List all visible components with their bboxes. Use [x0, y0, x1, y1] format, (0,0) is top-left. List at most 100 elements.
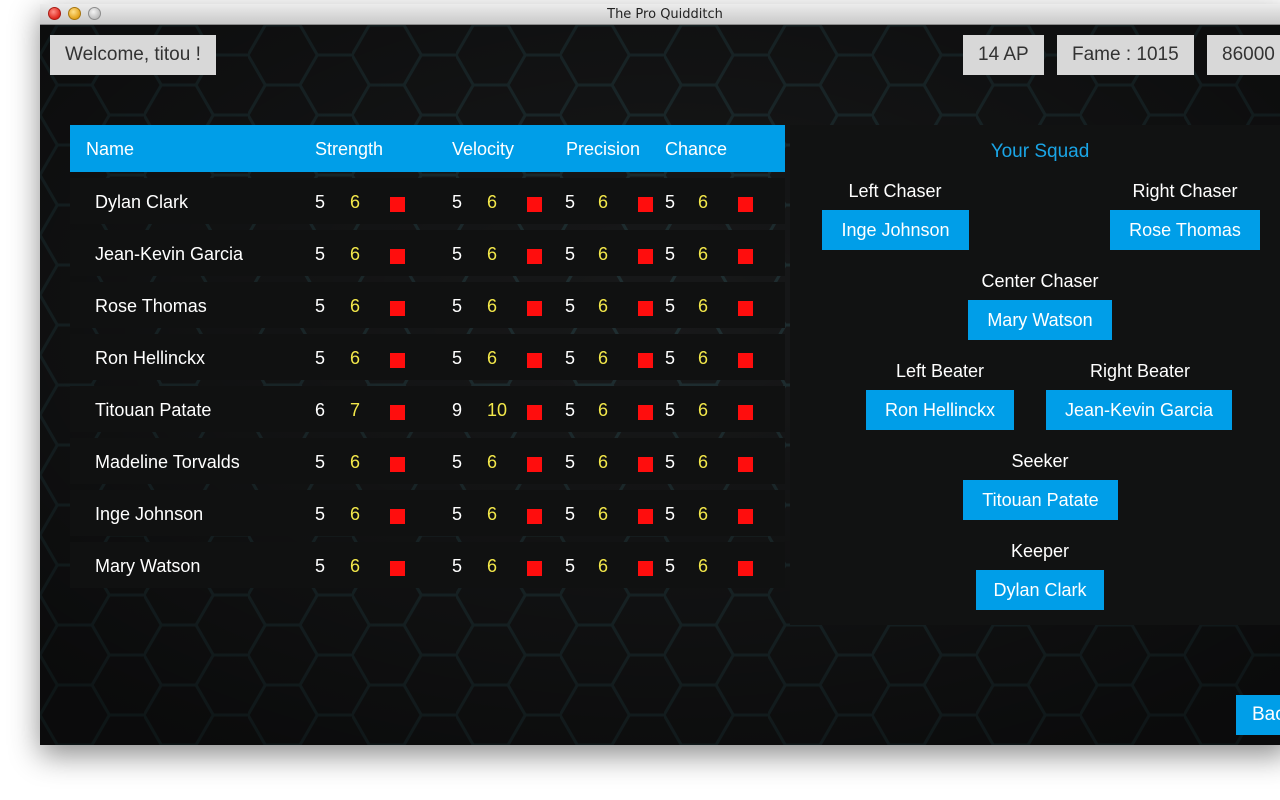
chance-upgrade-button[interactable] — [738, 405, 753, 420]
precision-upgrade-button[interactable] — [638, 353, 653, 368]
player-name: Inge Johnson — [95, 504, 204, 524]
money-badge: 86000 — [1207, 35, 1280, 75]
precision-next-value: 6 — [598, 296, 609, 316]
velocity-value: 5 — [452, 296, 463, 316]
chance-value: 5 — [665, 348, 676, 368]
table-body: Dylan Clark 5 6 5 6 5 6 5 6 Jean-Kevin Garcia 5 6 5 6… — [70, 178, 785, 588]
precision-upgrade-button[interactable] — [638, 249, 653, 264]
squad-panel: Your Squad Left Chaser Inge Johnson Righ… — [790, 125, 1280, 625]
chance-upgrade-button[interactable] — [738, 249, 753, 264]
strength-upgrade-button[interactable] — [390, 197, 405, 212]
player-name: Madeline Torvalds — [95, 452, 240, 472]
precision-value: 5 — [565, 400, 576, 420]
precision-value: 5 — [565, 556, 576, 576]
table-header: Name Strength Velocity Precision Chance — [70, 125, 785, 172]
left-beater-button[interactable]: Ron Hellinckx — [866, 390, 1014, 430]
squad-title: Your Squad — [990, 141, 1090, 162]
velocity-upgrade-button[interactable] — [527, 457, 542, 472]
precision-value: 5 — [565, 296, 576, 316]
strength-next-value: 6 — [350, 348, 361, 368]
table-row: Dylan Clark 5 6 5 6 5 6 5 6 — [70, 178, 785, 224]
action-points-badge: 14 AP — [963, 35, 1044, 75]
precision-value: 5 — [565, 504, 576, 524]
velocity-upgrade-button[interactable] — [527, 353, 542, 368]
precision-value: 5 — [565, 192, 576, 212]
precision-upgrade-button[interactable] — [638, 457, 653, 472]
right-beater-button[interactable]: Jean-Kevin Garcia — [1046, 390, 1232, 430]
column-header-velocity: Velocity — [452, 139, 515, 159]
velocity-next-value: 6 — [487, 348, 498, 368]
player-name: Titouan Patate — [95, 400, 212, 420]
strength-next-value: 6 — [350, 296, 361, 316]
strength-upgrade-button[interactable] — [390, 457, 405, 472]
column-header-precision: Precision — [566, 139, 641, 159]
column-header-name: Name — [86, 139, 135, 159]
title-bar: The Pro Quidditch — [40, 4, 1280, 25]
precision-next-value: 6 — [598, 192, 609, 212]
app-window: The Pro Quidditch Welcome, titou ! 14 AP… — [40, 4, 1280, 745]
chance-value: 5 — [665, 452, 676, 472]
chance-upgrade-button[interactable] — [738, 353, 753, 368]
velocity-next-value: 6 — [487, 296, 498, 316]
chance-next-value: 6 — [698, 244, 709, 264]
precision-upgrade-button[interactable] — [638, 509, 653, 524]
chance-upgrade-button[interactable] — [738, 197, 753, 212]
velocity-upgrade-button[interactable] — [527, 561, 542, 576]
chance-next-value: 6 — [698, 400, 709, 420]
precision-value: 5 — [565, 348, 576, 368]
table-row: Inge Johnson 5 6 5 6 5 6 5 6 — [70, 490, 785, 536]
center-chaser-button[interactable]: Mary Watson — [968, 300, 1112, 340]
seeker-button[interactable]: Titouan Patate — [963, 480, 1118, 520]
chance-next-value: 6 — [698, 348, 709, 368]
column-header-strength: Strength — [315, 139, 384, 159]
left-beater-label: Left Beater — [895, 361, 985, 381]
chance-next-value: 6 — [698, 556, 709, 576]
velocity-upgrade-button[interactable] — [527, 405, 542, 420]
precision-next-value: 6 — [598, 348, 609, 368]
table-row: Jean-Kevin Garcia 5 6 5 6 5 6 5 6 — [70, 230, 785, 276]
chance-upgrade-button[interactable] — [738, 301, 753, 316]
velocity-next-value: 6 — [487, 452, 498, 472]
welcome-badge: Welcome, titou ! — [50, 35, 216, 75]
precision-upgrade-button[interactable] — [638, 197, 653, 212]
left-chaser-button[interactable]: Inge Johnson — [822, 210, 969, 250]
precision-upgrade-button[interactable] — [638, 405, 653, 420]
chance-upgrade-button[interactable] — [738, 561, 753, 576]
strength-value: 5 — [315, 556, 326, 576]
chance-upgrade-button[interactable] — [738, 509, 753, 524]
strength-upgrade-button[interactable] — [390, 405, 405, 420]
velocity-value: 5 — [452, 556, 463, 576]
strength-upgrade-button[interactable] — [390, 301, 405, 316]
strength-value: 5 — [315, 504, 326, 524]
precision-upgrade-button[interactable] — [638, 561, 653, 576]
precision-next-value: 6 — [598, 556, 609, 576]
velocity-next-value: 6 — [487, 556, 498, 576]
velocity-next-value: 10 — [487, 400, 508, 420]
velocity-next-value: 6 — [487, 192, 498, 212]
velocity-value: 9 — [452, 400, 463, 420]
precision-upgrade-button[interactable] — [638, 301, 653, 316]
precision-next-value: 6 — [598, 244, 609, 264]
strength-value: 5 — [315, 348, 326, 368]
chance-value: 5 — [665, 400, 676, 420]
strength-upgrade-button[interactable] — [390, 561, 405, 576]
velocity-upgrade-button[interactable] — [527, 509, 542, 524]
chance-value: 5 — [665, 504, 676, 524]
strength-value: 5 — [315, 192, 326, 212]
precision-next-value: 6 — [598, 400, 609, 420]
chance-next-value: 6 — [698, 296, 709, 316]
strength-upgrade-button[interactable] — [390, 353, 405, 368]
strength-upgrade-button[interactable] — [390, 249, 405, 264]
chance-upgrade-button[interactable] — [738, 457, 753, 472]
table-row: Madeline Torvalds 5 6 5 6 5 6 5 6 — [70, 438, 785, 484]
strength-next-value: 6 — [350, 192, 361, 212]
velocity-value: 5 — [452, 452, 463, 472]
back-button[interactable]: Bac — [1236, 695, 1280, 735]
velocity-upgrade-button[interactable] — [527, 197, 542, 212]
keeper-button[interactable]: Dylan Clark — [976, 570, 1104, 610]
strength-upgrade-button[interactable] — [390, 509, 405, 524]
velocity-upgrade-button[interactable] — [527, 301, 542, 316]
strength-next-value: 7 — [350, 400, 361, 420]
velocity-upgrade-button[interactable] — [527, 249, 542, 264]
right-chaser-button[interactable]: Rose Thomas — [1110, 210, 1260, 250]
